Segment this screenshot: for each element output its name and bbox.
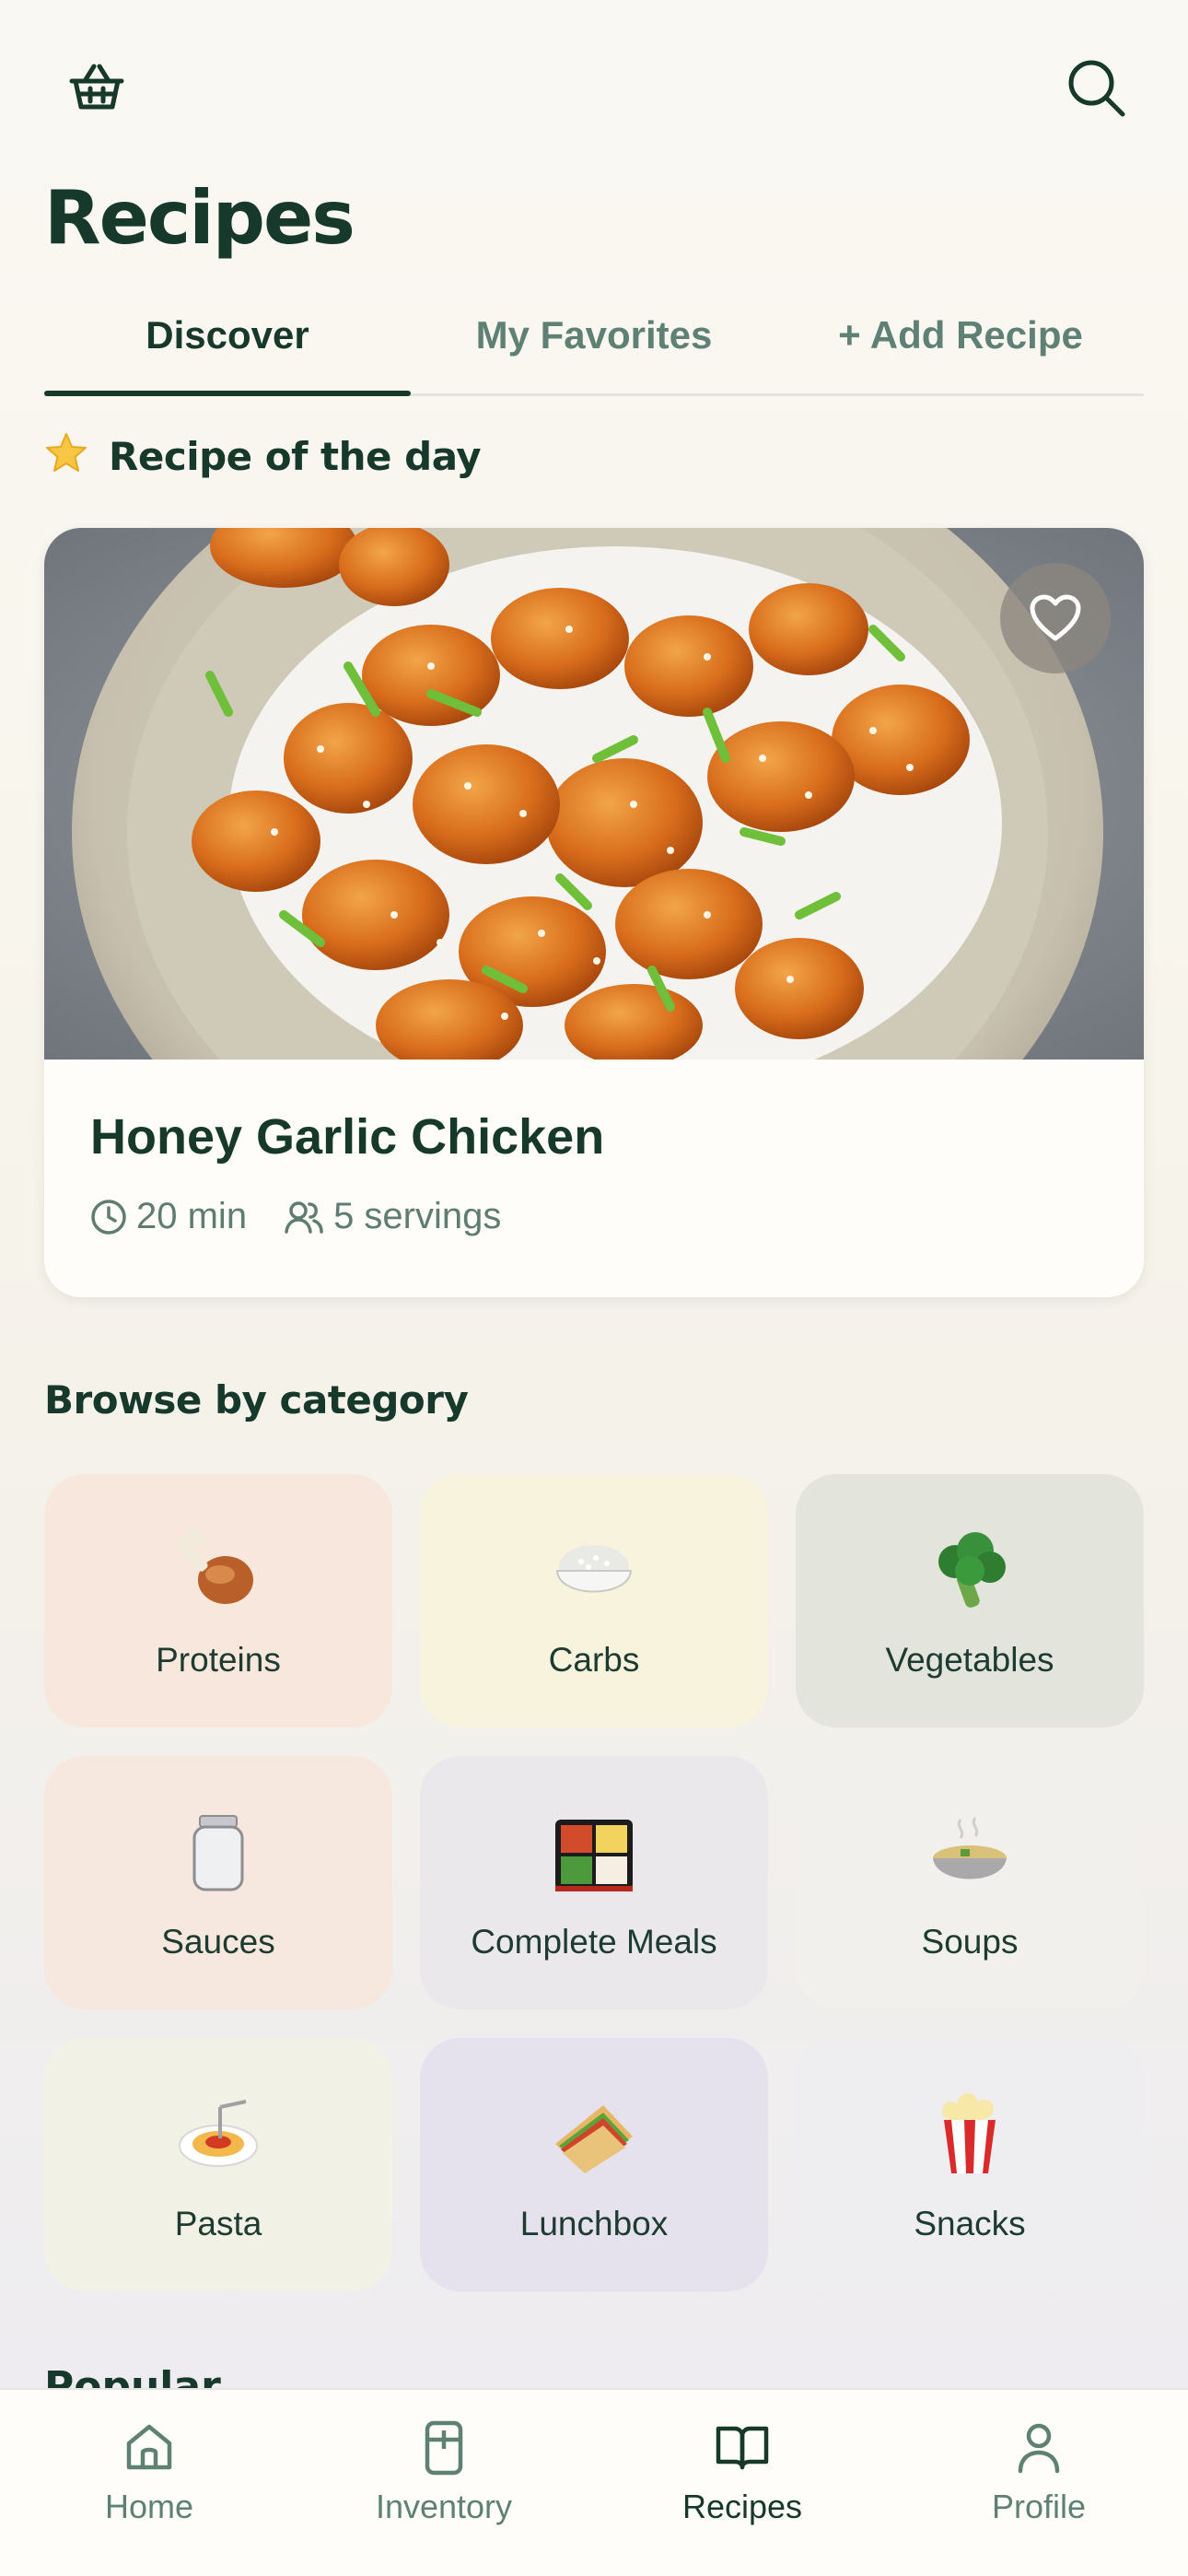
nav-profile-label: Profile bbox=[991, 2488, 1087, 2525]
category-vegetables[interactable]: Vegetables bbox=[796, 1474, 1144, 1727]
heart-icon bbox=[1030, 594, 1081, 641]
rice-bowl-icon bbox=[548, 1525, 640, 1617]
nav-recipes-label: Recipes bbox=[681, 2488, 803, 2525]
category-label: Soups bbox=[921, 1923, 1019, 1961]
clock-icon bbox=[91, 1199, 126, 1235]
category-label: Proteins bbox=[156, 1641, 281, 1679]
category-label: Vegetables bbox=[885, 1641, 1054, 1679]
basket-icon[interactable] bbox=[64, 55, 129, 120]
next-section-heading: Popular bbox=[44, 2363, 221, 2388]
top-bar bbox=[64, 55, 1128, 120]
nav-inventory-label: Inventory bbox=[375, 2488, 513, 2525]
tab-discover[interactable]: Discover bbox=[44, 313, 411, 357]
tab-active-indicator bbox=[44, 391, 411, 396]
tab-add-recipe[interactable]: + Add Recipe bbox=[777, 313, 1144, 357]
recipe-time: 20 min bbox=[136, 1196, 248, 1236]
sandwich-icon bbox=[548, 2089, 640, 2181]
category-sauces[interactable]: Sauces bbox=[44, 1756, 392, 2009]
category-label: Snacks bbox=[914, 2205, 1026, 2242]
recipe-servings: 5 servings bbox=[333, 1196, 502, 1236]
category-proteins[interactable]: Proteins bbox=[44, 1474, 392, 1727]
home-icon bbox=[126, 2424, 172, 2470]
category-lunchbox[interactable]: Lunchbox bbox=[420, 2038, 768, 2291]
recipe-meta: 20 min 5 servings bbox=[90, 1196, 501, 1237]
nav-inventory[interactable]: Inventory bbox=[343, 2418, 545, 2526]
star-icon bbox=[44, 431, 88, 475]
page-title: Recipes bbox=[44, 175, 355, 261]
jar-icon bbox=[172, 1807, 264, 1899]
bento-icon bbox=[548, 1807, 640, 1899]
nav-home-label: Home bbox=[104, 2488, 194, 2525]
category-label: Lunchbox bbox=[519, 2205, 669, 2242]
category-soups[interactable]: Soups bbox=[796, 1756, 1144, 2009]
popcorn-icon bbox=[924, 2089, 1016, 2181]
recipe-of-day-card[interactable]: Honey Garlic Chicken 20 min 5 servings bbox=[44, 528, 1144, 1297]
browse-category-heading: Browse by category bbox=[44, 1377, 469, 1423]
recipe-title: Honey Garlic Chicken bbox=[90, 1109, 605, 1165]
fridge-icon bbox=[425, 2420, 463, 2476]
favorite-button[interactable] bbox=[1000, 563, 1111, 673]
recipe-of-day-heading: Recipe of the day bbox=[44, 431, 482, 479]
soup-icon bbox=[924, 1807, 1016, 1899]
user-icon bbox=[1018, 2423, 1060, 2474]
spaghetti-icon bbox=[172, 2089, 264, 2181]
category-label: Carbs bbox=[548, 1641, 640, 1679]
broccoli-icon bbox=[924, 1525, 1016, 1617]
recipe-image bbox=[44, 528, 1144, 1256]
users-icon bbox=[285, 1200, 323, 1234]
tab-bar: Discover My Favorites + Add Recipe bbox=[44, 295, 1144, 396]
category-label: Complete Meals bbox=[471, 1923, 717, 1961]
category-snacks[interactable]: Snacks bbox=[796, 2038, 1144, 2291]
category-carbs[interactable]: Carbs bbox=[420, 1474, 768, 1727]
bottom-nav: Home Inventory Recipes Profile bbox=[0, 2388, 1188, 2576]
tab-my-favorites[interactable]: My Favorites bbox=[411, 313, 777, 357]
nav-recipes[interactable]: Recipes bbox=[641, 2418, 844, 2526]
drumstick-icon bbox=[172, 1525, 264, 1617]
category-pasta[interactable]: Pasta bbox=[44, 2038, 392, 2291]
recipe-of-day-heading-text: Recipe of the day bbox=[109, 434, 482, 479]
nav-profile[interactable]: Profile bbox=[938, 2418, 1140, 2526]
book-icon bbox=[716, 2426, 769, 2470]
category-label: Pasta bbox=[174, 2205, 262, 2242]
nav-home[interactable]: Home bbox=[48, 2418, 250, 2526]
category-label: Sauces bbox=[161, 1923, 275, 1961]
search-icon[interactable] bbox=[1064, 55, 1128, 120]
category-complete-meals[interactable]: Complete Meals bbox=[420, 1756, 768, 2009]
